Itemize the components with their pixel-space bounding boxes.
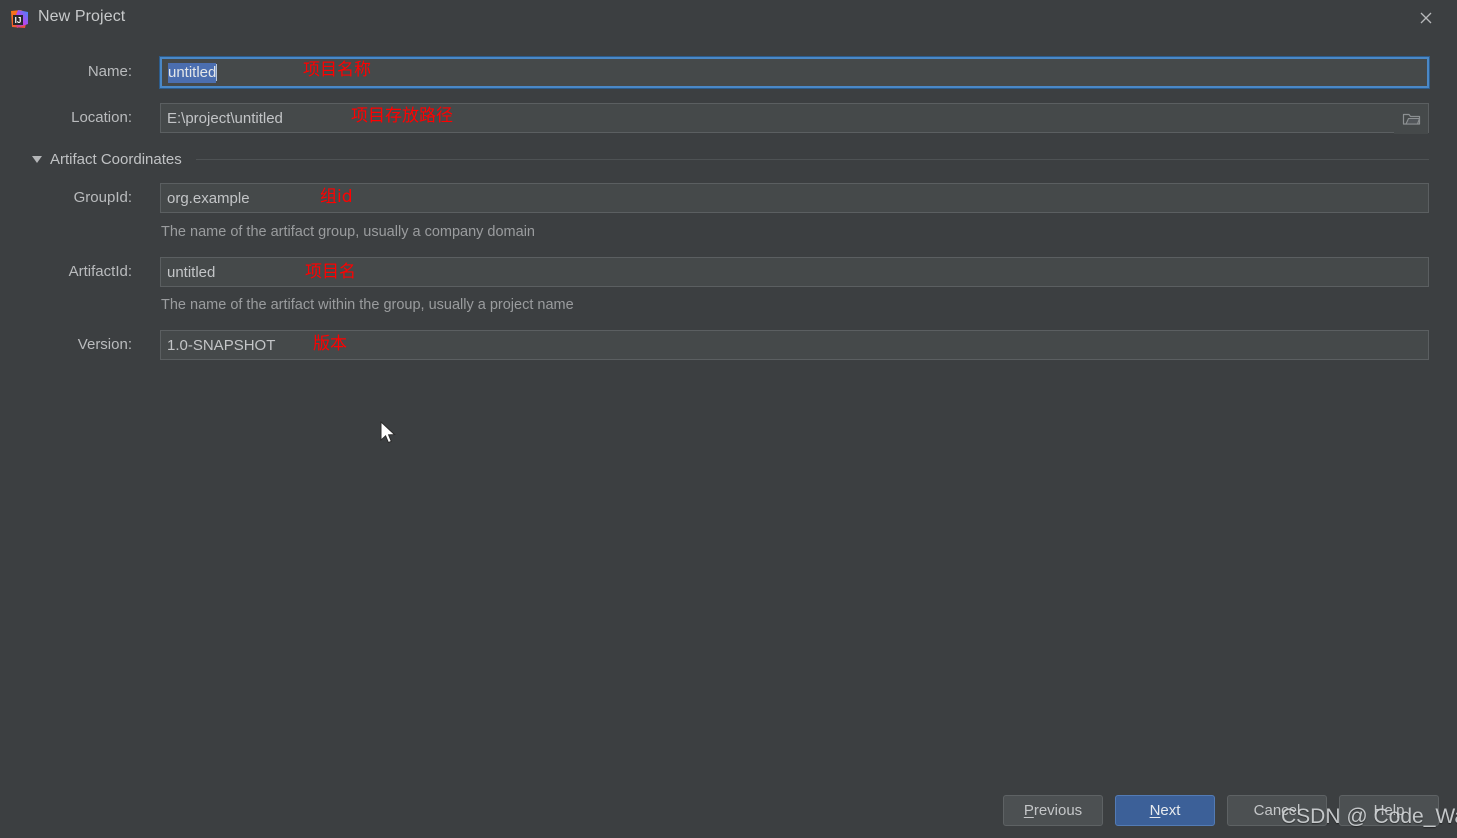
artifact-id-annotation: 项目名 — [305, 262, 356, 282]
artifact-id-hint: The name of the artifact within the grou… — [161, 297, 574, 313]
name-input-value: untitled — [168, 62, 217, 83]
folder-icon[interactable] — [1394, 104, 1428, 134]
location-input-value: E:\project\untitled — [167, 109, 283, 127]
chevron-down-icon — [32, 155, 42, 163]
previous-rest: revious — [1033, 802, 1083, 819]
artifact-id-label: ArtifactId: — [68, 263, 132, 280]
watermark: CSDN @ Code_Wang — [1281, 805, 1457, 828]
group-id-input-value: org.example — [167, 189, 250, 207]
version-input-value: 1.0-SNAPSHOT — [167, 336, 276, 354]
group-id-annotation: 组id — [320, 187, 353, 207]
next-mnemonic: N — [1149, 802, 1161, 819]
window-title: New Project — [38, 8, 126, 25]
svg-text:IJ: IJ — [15, 16, 22, 25]
location-annotation: 项目存放路径 — [351, 106, 453, 126]
intellij-idea-icon: IJ — [9, 9, 29, 29]
next-rest: ext — [1160, 802, 1181, 819]
group-id-label: GroupId: — [73, 189, 132, 206]
version-annotation: 版本 — [313, 334, 347, 354]
artifact-coordinates-title: Artifact Coordinates — [50, 150, 182, 168]
name-annotation: 项目名称 — [303, 60, 371, 80]
next-button-label: Next — [1150, 802, 1181, 819]
artifact-id-input-value: untitled — [167, 263, 216, 281]
version-input[interactable]: 1.0-SNAPSHOT — [160, 330, 1429, 360]
name-label: Name: — [87, 63, 132, 80]
previous-mnemonic: P — [1023, 802, 1034, 819]
version-label: Version: — [77, 336, 132, 353]
new-project-dialog: IJ New Project Name: untitled 项目名称 Locat… — [0, 0, 1457, 838]
previous-button-label: Previous — [1024, 802, 1082, 819]
next-button[interactable]: Next — [1115, 795, 1215, 826]
group-separator — [196, 159, 1429, 160]
artifact-coordinates-toggle[interactable]: Artifact Coordinates — [32, 148, 182, 170]
title-bar: IJ New Project — [0, 0, 1457, 38]
location-label: Location: — [71, 109, 132, 126]
close-icon[interactable] — [1403, 0, 1449, 36]
mouse-cursor — [380, 420, 398, 447]
previous-button[interactable]: Previous — [1003, 795, 1103, 826]
group-id-hint: The name of the artifact group, usually … — [161, 224, 535, 240]
